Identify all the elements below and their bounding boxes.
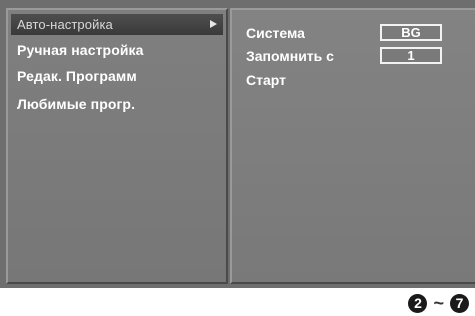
main-menu-panel: Авто-настройка Ручная настройка Редак. П…: [6, 8, 228, 284]
step-to-badge: 7: [450, 293, 469, 313]
store-from-value-field[interactable]: 1: [380, 47, 442, 64]
step-from-badge: 2: [408, 293, 428, 313]
menu-item-label: Любимые прогр.: [17, 96, 136, 112]
system-value-field[interactable]: BG: [380, 24, 442, 41]
menu-item-program-edit[interactable]: Редак. Программ: [11, 66, 223, 87]
system-label[interactable]: Система: [246, 24, 305, 42]
menu-item-auto-tuning[interactable]: Авто-настройка: [11, 14, 223, 35]
step-range: 2 ~ 7: [408, 292, 469, 314]
store-from-label[interactable]: Запомнить с: [246, 47, 334, 65]
tv-osd-screen: Авто-настройка Ручная настройка Редак. П…: [0, 0, 475, 288]
arrow-right-icon: [210, 20, 217, 28]
menu-item-manual-tuning[interactable]: Ручная настройка: [11, 40, 223, 61]
menu-item-label: Авто-настройка: [17, 17, 113, 32]
range-separator: ~: [433, 292, 444, 313]
submenu-panel: Система BG Запомнить с 1 Старт: [230, 8, 475, 284]
menu-item-label: Ручная настройка: [17, 42, 144, 58]
start-option[interactable]: Старт: [246, 71, 286, 89]
menu-item-label: Редак. Программ: [17, 68, 137, 84]
menu-item-favorite-programs[interactable]: Любимые прогр.: [11, 94, 223, 115]
